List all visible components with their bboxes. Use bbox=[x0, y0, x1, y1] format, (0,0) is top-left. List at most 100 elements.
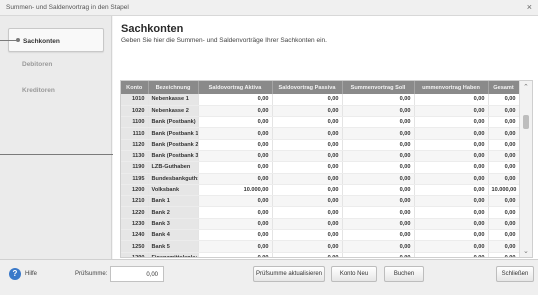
cell-gesamt[interactable]: 10.000,00 bbox=[488, 184, 520, 197]
cell-saldovortrag-passiva[interactable]: 0,00 bbox=[272, 116, 343, 129]
cell-saldovortrag-aktiva[interactable]: 0,00 bbox=[198, 161, 273, 174]
cell-saldovortrag-passiva[interactable]: 0,00 bbox=[272, 252, 343, 257]
cell-summenvortrag-soll[interactable]: 0,00 bbox=[342, 173, 415, 185]
table-row[interactable]: 1195 Bundesbankguth: 0,00 0,00 0,00 0,00 0,00 bbox=[121, 173, 520, 185]
cell-summenvortrag-haben[interactable]: 0,00 bbox=[414, 206, 489, 219]
column-header-summenvortrag-haben[interactable]: ummenvortrag Haben bbox=[414, 81, 489, 94]
grid-scrollbar[interactable]: ⌃ ⌄ bbox=[519, 81, 532, 257]
column-header-saldovortrag-passiva[interactable]: Saldovortrag Passiva bbox=[272, 81, 343, 94]
cell-saldovortrag-passiva[interactable]: 0,00 bbox=[272, 206, 343, 219]
cell-summenvortrag-haben[interactable]: 0,00 bbox=[414, 252, 489, 257]
cell-summenvortrag-soll[interactable]: 0,00 bbox=[342, 127, 415, 140]
new-account-button[interactable]: Konto Neu bbox=[331, 266, 377, 282]
cell-saldovortrag-passiva[interactable]: 0,00 bbox=[272, 127, 343, 140]
cell-gesamt[interactable]: 0,00 bbox=[488, 116, 520, 129]
cell-gesamt[interactable]: 0,00 bbox=[488, 229, 520, 242]
cell-saldovortrag-passiva[interactable]: 0,00 bbox=[272, 105, 343, 118]
cell-gesamt[interactable]: 0,00 bbox=[488, 252, 520, 257]
column-header-konto[interactable]: Konto bbox=[121, 81, 149, 94]
column-header-bezeichnung[interactable]: Bezeichnung bbox=[148, 81, 199, 94]
scroll-up-icon[interactable]: ⌃ bbox=[523, 83, 529, 91]
table-row[interactable]: 1220 Bank 2 0,00 0,00 0,00 0,00 0,00 bbox=[121, 206, 520, 219]
table-row[interactable]: 1130 Bank (Postbank 3 0,00 0,00 0,00 0,00 0,00 bbox=[121, 150, 520, 163]
cell-summenvortrag-soll[interactable]: 0,00 bbox=[342, 139, 415, 151]
scroll-thumb[interactable] bbox=[523, 115, 529, 129]
cell-summenvortrag-haben[interactable]: 0,00 bbox=[414, 161, 489, 174]
cell-summenvortrag-soll[interactable]: 0,00 bbox=[342, 94, 415, 106]
table-row[interactable]: 1100 Bank (Postbank) 0,00 0,00 0,00 0,00 0,00 bbox=[121, 116, 520, 129]
cell-saldovortrag-passiva[interactable]: 0,00 bbox=[272, 240, 343, 253]
refresh-checksum-button[interactable]: Prüfsumme aktualisieren bbox=[253, 266, 325, 282]
cell-summenvortrag-haben[interactable]: 0,00 bbox=[414, 229, 489, 242]
cell-gesamt[interactable]: 0,00 bbox=[488, 218, 520, 231]
cell-saldovortrag-passiva[interactable]: 0,00 bbox=[272, 161, 343, 174]
cell-summenvortrag-haben[interactable]: 0,00 bbox=[414, 105, 489, 118]
cell-saldovortrag-aktiva[interactable]: 0,00 bbox=[198, 206, 273, 219]
cell-saldovortrag-aktiva[interactable]: 0,00 bbox=[198, 229, 273, 242]
table-row[interactable]: 1290 Finanzmittelanla: 0,00 0,00 0,00 0,00 0,0… bbox=[121, 252, 520, 257]
book-button[interactable]: Buchen bbox=[384, 266, 424, 282]
cell-summenvortrag-haben[interactable]: 0,00 bbox=[414, 173, 489, 185]
cell-saldovortrag-passiva[interactable]: 0,00 bbox=[272, 218, 343, 231]
cell-saldovortrag-passiva[interactable]: 0,00 bbox=[272, 184, 343, 197]
column-header-saldovortrag-aktiva[interactable]: Saldovortrag Aktiva bbox=[198, 81, 273, 94]
cell-saldovortrag-aktiva[interactable]: 0,00 bbox=[198, 173, 273, 185]
cell-saldovortrag-aktiva[interactable]: 0,00 bbox=[198, 240, 273, 253]
cell-summenvortrag-soll[interactable]: 0,00 bbox=[342, 150, 415, 163]
table-row[interactable]: 1110 Bank (Postbank 1 0,00 0,00 0,00 0,00 0,00 bbox=[121, 127, 520, 140]
help-icon[interactable]: ? bbox=[9, 268, 21, 280]
table-row[interactable]: 1210 Bank 1 0,00 0,00 0,00 0,00 0,00 bbox=[121, 195, 520, 208]
cell-saldovortrag-aktiva[interactable]: 0,00 bbox=[198, 150, 273, 163]
cell-summenvortrag-haben[interactable]: 0,00 bbox=[414, 116, 489, 129]
cell-saldovortrag-aktiva[interactable]: 10.000,00 bbox=[198, 184, 273, 197]
cell-summenvortrag-haben[interactable]: 0,00 bbox=[414, 139, 489, 151]
column-header-gesamt[interactable]: Gesamt bbox=[488, 81, 520, 94]
cell-summenvortrag-soll[interactable]: 0,00 bbox=[342, 184, 415, 197]
cell-gesamt[interactable]: 0,00 bbox=[488, 195, 520, 208]
cell-summenvortrag-haben[interactable]: 0,00 bbox=[414, 240, 489, 253]
help-label[interactable]: Hilfe bbox=[25, 271, 37, 277]
cell-summenvortrag-soll[interactable]: 0,00 bbox=[342, 218, 415, 231]
cell-saldovortrag-aktiva[interactable]: 0,00 bbox=[198, 105, 273, 118]
table-row[interactable]: 1190 LZB-Guthaben 0,00 0,00 0,00 0,00 0,00 bbox=[121, 161, 520, 174]
cell-saldovortrag-passiva[interactable]: 0,00 bbox=[272, 139, 343, 151]
table-row[interactable]: 1120 Bank (Postbank 2 0,00 0,00 0,00 0,00 0,00 bbox=[121, 139, 520, 151]
cell-summenvortrag-soll[interactable]: 0,00 bbox=[342, 252, 415, 257]
sidebar-item-kreditoren[interactable]: Kreditoren bbox=[8, 78, 104, 102]
cell-gesamt[interactable]: 0,00 bbox=[488, 173, 520, 185]
cell-saldovortrag-aktiva[interactable]: 0,00 bbox=[198, 116, 273, 129]
cell-saldovortrag-passiva[interactable]: 0,00 bbox=[272, 229, 343, 242]
cell-summenvortrag-soll[interactable]: 0,00 bbox=[342, 195, 415, 208]
cell-gesamt[interactable]: 0,00 bbox=[488, 150, 520, 163]
cell-saldovortrag-aktiva[interactable]: 0,00 bbox=[198, 94, 273, 106]
cell-saldovortrag-aktiva[interactable]: 0,00 bbox=[198, 195, 273, 208]
table-row[interactable]: 1010 Nebenkasse 1 0,00 0,00 0,00 0,00 0,00 bbox=[121, 94, 520, 106]
column-header-summenvortrag-soll[interactable]: Summenvortrag Soll bbox=[342, 81, 415, 94]
cell-saldovortrag-passiva[interactable]: 0,00 bbox=[272, 173, 343, 185]
table-row[interactable]: 1230 Bank 3 0,00 0,00 0,00 0,00 0,00 bbox=[121, 218, 520, 231]
cell-summenvortrag-soll[interactable]: 0,00 bbox=[342, 105, 415, 118]
cell-summenvortrag-haben[interactable]: 0,00 bbox=[414, 150, 489, 163]
table-row[interactable]: 1240 Bank 4 0,00 0,00 0,00 0,00 0,00 bbox=[121, 229, 520, 242]
sidebar-item-sachkonten[interactable]: Sachkonten bbox=[8, 28, 104, 52]
cell-summenvortrag-soll[interactable]: 0,00 bbox=[342, 116, 415, 129]
cell-summenvortrag-soll[interactable]: 0,00 bbox=[342, 161, 415, 174]
cell-saldovortrag-aktiva[interactable]: 0,00 bbox=[198, 139, 273, 151]
sidebar-item-debitoren[interactable]: Debitoren bbox=[8, 52, 104, 76]
cell-saldovortrag-aktiva[interactable]: 0,00 bbox=[198, 127, 273, 140]
table-row[interactable]: 1250 Bank 5 0,00 0,00 0,00 0,00 0,00 bbox=[121, 240, 520, 253]
accounts-grid[interactable]: Konto Bezeichnung Saldovortrag Aktiva Sa… bbox=[120, 80, 533, 258]
cell-summenvortrag-soll[interactable]: 0,00 bbox=[342, 206, 415, 219]
close-button[interactable]: Schließen bbox=[496, 266, 534, 282]
close-icon[interactable]: × bbox=[527, 2, 532, 12]
table-row[interactable]: 1200 Volksbank 10.000,00 0,00 0,00 0,00 10.000… bbox=[121, 184, 520, 197]
cell-summenvortrag-haben[interactable]: 0,00 bbox=[414, 94, 489, 106]
cell-saldovortrag-passiva[interactable]: 0,00 bbox=[272, 94, 343, 106]
cell-gesamt[interactable]: 0,00 bbox=[488, 94, 520, 106]
scroll-down-icon[interactable]: ⌄ bbox=[523, 247, 529, 255]
cell-saldovortrag-aktiva[interactable]: 0,00 bbox=[198, 218, 273, 231]
cell-gesamt[interactable]: 0,00 bbox=[488, 206, 520, 219]
cell-summenvortrag-haben[interactable]: 0,00 bbox=[414, 184, 489, 197]
cell-gesamt[interactable]: 0,00 bbox=[488, 240, 520, 253]
cell-summenvortrag-haben[interactable]: 0,00 bbox=[414, 218, 489, 231]
